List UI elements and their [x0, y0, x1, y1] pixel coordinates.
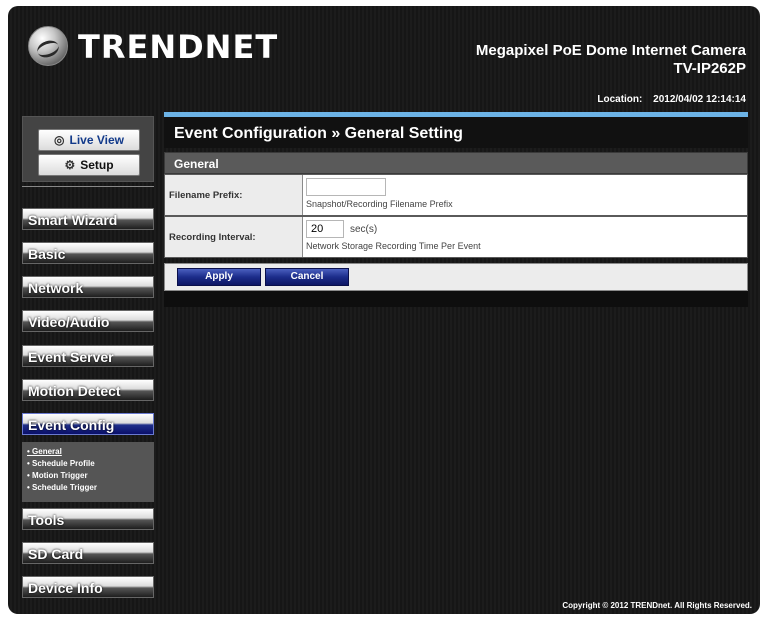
cancel-button[interactable]: Cancel — [265, 268, 349, 286]
filename-prefix-row: Filename Prefix: Snapshot/Recording File… — [164, 174, 748, 216]
trendnet-logo-icon — [28, 26, 68, 66]
submenu-schedule-trigger[interactable]: • Schedule Trigger — [22, 483, 154, 495]
nav-event-server[interactable]: Event Server — [22, 345, 154, 367]
nav-motion-detect[interactable]: Motion Detect — [22, 379, 154, 401]
submenu-general[interactable]: • General — [22, 447, 154, 459]
recording-interval-content: sec(s) Network Storage Recording Time Pe… — [306, 220, 747, 251]
submenu-schedule-profile[interactable]: • Schedule Profile — [22, 459, 154, 471]
nav-network[interactable]: Network — [22, 276, 154, 298]
filename-prefix-input[interactable] — [306, 178, 386, 196]
event-config-submenu: • General • Schedule Profile • Motion Tr… — [22, 442, 154, 502]
recording-interval-label: Recording Interval: — [165, 217, 303, 257]
nav-smart-wizard[interactable]: Smart Wizard — [22, 208, 154, 230]
submenu-motion-trigger[interactable]: • Motion Trigger — [22, 471, 154, 483]
recording-interval-input[interactable] — [306, 220, 344, 238]
filename-prefix-label: Filename Prefix: — [165, 175, 303, 215]
nav-tools[interactable]: Tools — [22, 508, 154, 530]
recording-interval-hint: Network Storage Recording Time Per Event — [306, 241, 481, 251]
eye-icon: ◎ — [54, 133, 65, 147]
apply-button[interactable]: Apply — [177, 268, 261, 286]
copyright-text: Copyright © 2012 TRENDnet. All Rights Re… — [562, 601, 752, 610]
header: TRENDNET Megapixel PoE Dome Internet Cam… — [8, 6, 760, 84]
app-frame: TRENDNET Megapixel PoE Dome Internet Cam… — [8, 6, 760, 614]
nav-sd-card[interactable]: SD Card — [22, 542, 154, 564]
location-bar: Location: 2012/04/02 12:14:14 — [597, 94, 746, 105]
setup-label: Setup — [80, 158, 114, 172]
live-view-label: Live View — [69, 133, 124, 147]
location-datetime: 2012/04/02 12:14:14 — [653, 94, 746, 105]
setup-button[interactable]: ⚙ Setup — [38, 154, 140, 176]
recording-interval-row: Recording Interval: sec(s) Network Stora… — [164, 216, 748, 258]
recording-interval-line: sec(s) — [306, 220, 747, 238]
section-header: General — [164, 152, 748, 174]
content-footer — [164, 291, 748, 307]
quick-panel: ◎ Live View ⚙ Setup — [22, 116, 154, 182]
product-name: Megapixel PoE Dome Internet Camera — [475, 42, 746, 59]
filename-prefix-content: Snapshot/Recording Filename Prefix — [306, 178, 747, 209]
section-title: General — [174, 157, 219, 171]
product-model: TV-IP262P — [673, 60, 746, 77]
recording-interval-unit: sec(s) — [350, 223, 378, 235]
brand-logo-text: TRENDNET — [78, 28, 279, 66]
live-view-button[interactable]: ◎ Live View — [38, 129, 140, 151]
nav-device-info[interactable]: Device Info — [22, 576, 154, 598]
nav-basic[interactable]: Basic — [22, 242, 154, 264]
action-bar: Apply Cancel — [164, 263, 748, 291]
page-title: Event Configuration » General Setting — [174, 125, 463, 142]
nav-divider — [22, 186, 154, 187]
page-header: Event Configuration » General Setting — [164, 112, 748, 148]
nav-event-config[interactable]: Event Config — [22, 413, 154, 435]
nav-video-audio[interactable]: Video/Audio — [22, 310, 154, 332]
location-label: Location: — [597, 94, 643, 105]
gear-icon: ⚙ — [64, 158, 76, 172]
filename-prefix-hint: Snapshot/Recording Filename Prefix — [306, 199, 453, 209]
